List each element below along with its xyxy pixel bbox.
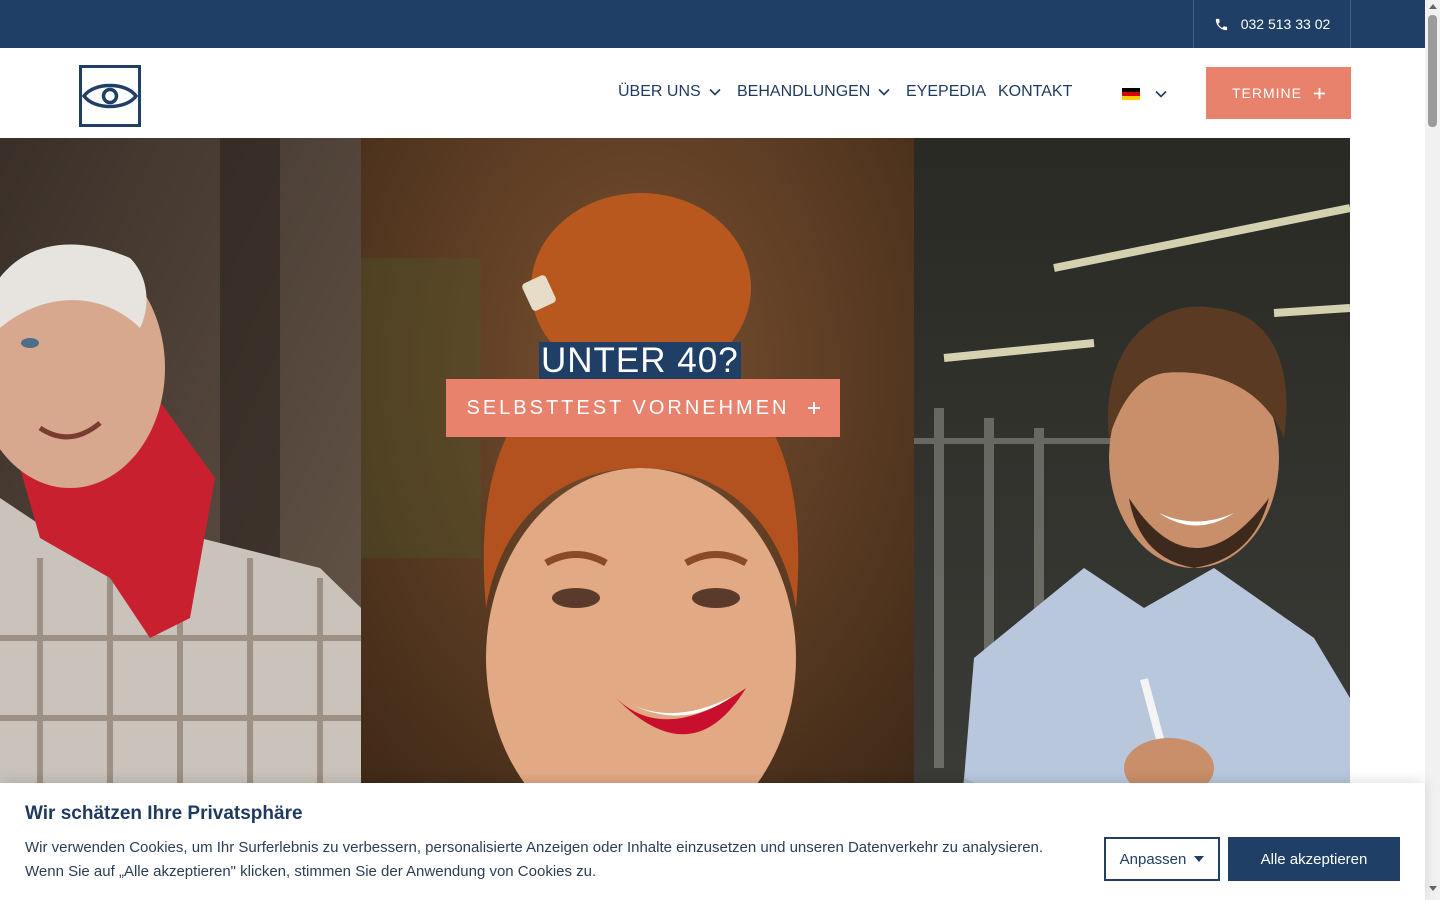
nav-label: EYEPEDIA xyxy=(906,83,987,100)
scroll-up-arrow-icon[interactable] xyxy=(1429,4,1437,9)
plus-icon xyxy=(807,402,820,414)
termine-button[interactable]: TERMINE xyxy=(1206,67,1351,119)
cookie-text: Wir verwenden Cookies, um Ihr Surferlebn… xyxy=(25,836,1095,884)
page-scrollbar[interactable] xyxy=(1425,0,1440,900)
cookie-consent-banner: Wir schätzen Ihre Privatsphäre Wir verwe… xyxy=(0,783,1425,900)
cookie-title: Wir schätzen Ihre Privatsphäre xyxy=(25,803,303,824)
termine-label: TERMINE xyxy=(1232,85,1302,101)
caret-down-icon xyxy=(1194,856,1205,862)
nav-item-eyepedia[interactable]: EYEPEDIA xyxy=(906,83,986,101)
plus-icon xyxy=(1314,87,1325,99)
cookie-text-line-2: Wenn Sie auf „Alle akzeptieren" klicken,… xyxy=(25,863,597,880)
nav-label: BEHANDLUNGEN xyxy=(737,83,871,100)
scroll-down-arrow-icon[interactable] xyxy=(1429,886,1437,891)
selbsttest-label: SELBSTTEST VORNEHMEN xyxy=(466,396,790,419)
nav-label: ÜBER UNS xyxy=(618,83,701,100)
site-header: ÜBER UNS BEHANDLUNGEN EYEPEDIA KONTAKT T… xyxy=(0,48,1425,138)
german-flag-icon[interactable] xyxy=(1122,88,1140,100)
phone-icon xyxy=(1215,18,1227,30)
scroll-thumb[interactable] xyxy=(1428,15,1437,127)
hero-title: UNTER 40? xyxy=(539,341,741,380)
accept-label: Alle akzeptieren xyxy=(1260,850,1368,868)
chevron-down-icon xyxy=(878,88,890,96)
nav-item-kontakt[interactable]: KONTAKT xyxy=(998,83,1072,101)
accept-all-cookies-button[interactable]: Alle akzeptieren xyxy=(1228,837,1400,881)
customize-label: Anpassen xyxy=(1119,850,1187,868)
nav-label: KONTAKT xyxy=(998,83,1073,100)
language-chevron-down-icon[interactable] xyxy=(1155,90,1167,98)
top-bar: 032 513 33 02 xyxy=(0,0,1425,48)
customize-cookies-button[interactable]: Anpassen xyxy=(1104,837,1220,881)
nav-item-ueber-uns[interactable]: ÜBER UNS xyxy=(618,83,721,101)
nav-item-behandlungen[interactable]: BEHANDLUNGEN xyxy=(737,83,890,101)
selbsttest-button[interactable]: SELBSTTEST VORNEHMEN xyxy=(446,379,840,437)
phone-link[interactable]: 032 513 33 02 xyxy=(1193,0,1351,48)
chevron-down-icon xyxy=(709,88,721,96)
eye-logo-icon[interactable] xyxy=(79,65,141,127)
cookie-text-line-1: Wir verwenden Cookies, um Ihr Surferlebn… xyxy=(25,839,1044,856)
phone-number: 032 513 33 02 xyxy=(1240,16,1331,32)
